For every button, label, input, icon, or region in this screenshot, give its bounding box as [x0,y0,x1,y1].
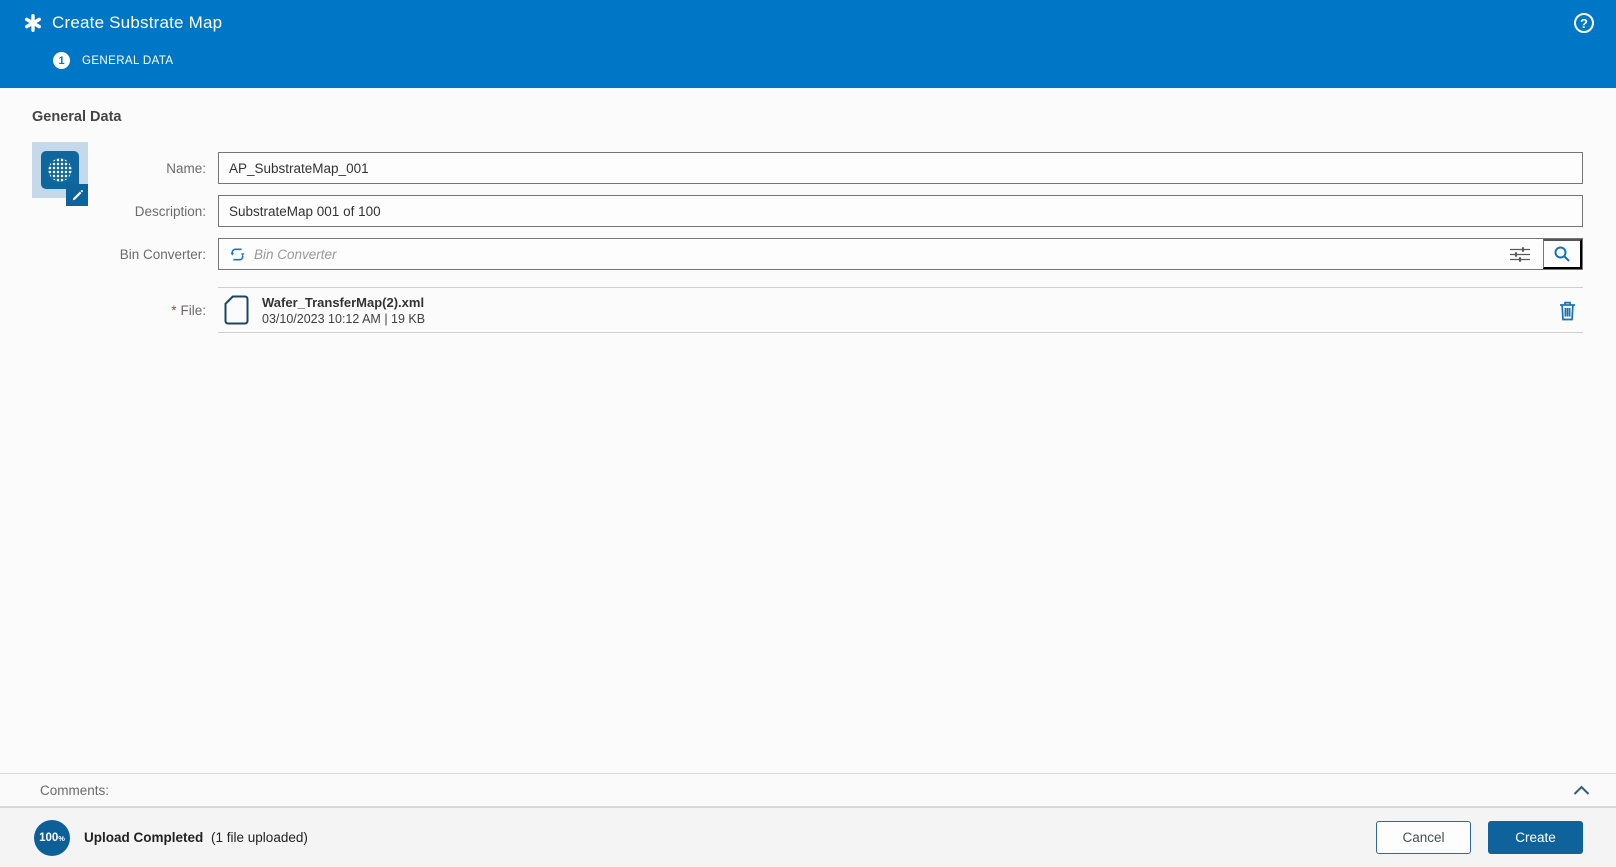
title-row: Create Substrate Map ? [0,0,1616,33]
step-label: GENERAL DATA [82,54,174,67]
name-input[interactable] [218,152,1583,184]
trash-icon [1560,301,1575,320]
bin-converter-picker [218,238,1583,270]
file-name: Wafer_TransferMap(2).xml [262,294,425,310]
cancel-button[interactable]: Cancel [1376,821,1471,854]
upload-status-detail: (1 file uploaded) [211,830,308,845]
upload-status-title: Upload Completed [84,830,204,845]
step-number: 1 [53,52,70,69]
footer-bar: 100 % Upload Completed (1 file uploaded)… [0,807,1616,867]
create-button[interactable]: Create [1488,821,1583,854]
comments-label: Comments: [40,782,110,798]
search-button[interactable] [1543,239,1582,269]
step-indicator[interactable]: 1 GENERAL DATA [53,52,1616,69]
general-data-panel: General Data Name: AP_SubstrateMap_001 D… [0,88,1616,773]
name-label: Name: [166,160,206,176]
progress-badge: 100 % [34,819,70,856]
wizard-header: Create Substrate Map ? 1 GENERAL DATA [0,0,1616,88]
create-substrate-map-window: Create Substrate Map ? 1 GENERAL DATA Ge… [0,0,1616,867]
bin-converter-label: Bin Converter: [119,246,206,262]
required-marker: * [171,302,177,318]
sync-icon[interactable] [229,246,246,263]
file-row: * File: Wafer_TransferMap(2).xml 03/10/20… [0,287,1583,333]
page-title: Create Substrate Map [52,13,223,32]
delete-file-button[interactable] [1556,298,1579,323]
filter-tune-icon[interactable] [1497,246,1543,262]
bin-converter-row: Bin Converter: [0,238,1583,270]
asterisk-icon [25,14,42,32]
file-info: Wafer_TransferMap(2).xml 03/10/2023 10:1… [262,294,425,327]
file-label: * File: [171,302,206,318]
comments-bar: Comments: [0,773,1616,807]
general-data-form: Name: Description: Bin Converter: [0,152,1583,333]
section-title: General Data [32,109,122,125]
upload-status: Upload Completed (1 file uploaded) [84,830,308,845]
file-meta: 03/10/2023 10:12 AM | 19 KB [262,311,426,326]
bin-converter-input[interactable] [254,239,1497,269]
description-row: Description: [0,195,1583,227]
description-label: Description: [134,203,206,219]
help-icon[interactable]: ? [1574,13,1594,33]
uploaded-file-item: Wafer_TransferMap(2).xml 03/10/2023 10:1… [218,287,1583,333]
name-row: Name: [0,152,1583,184]
progress-value: 100 [39,831,59,844]
progress-unit: % [58,834,65,843]
chevron-up-icon [1573,785,1590,795]
document-icon [224,295,249,325]
search-icon [1554,246,1570,262]
comments-collapse-button[interactable] [1571,783,1592,798]
description-input[interactable] [218,195,1583,227]
